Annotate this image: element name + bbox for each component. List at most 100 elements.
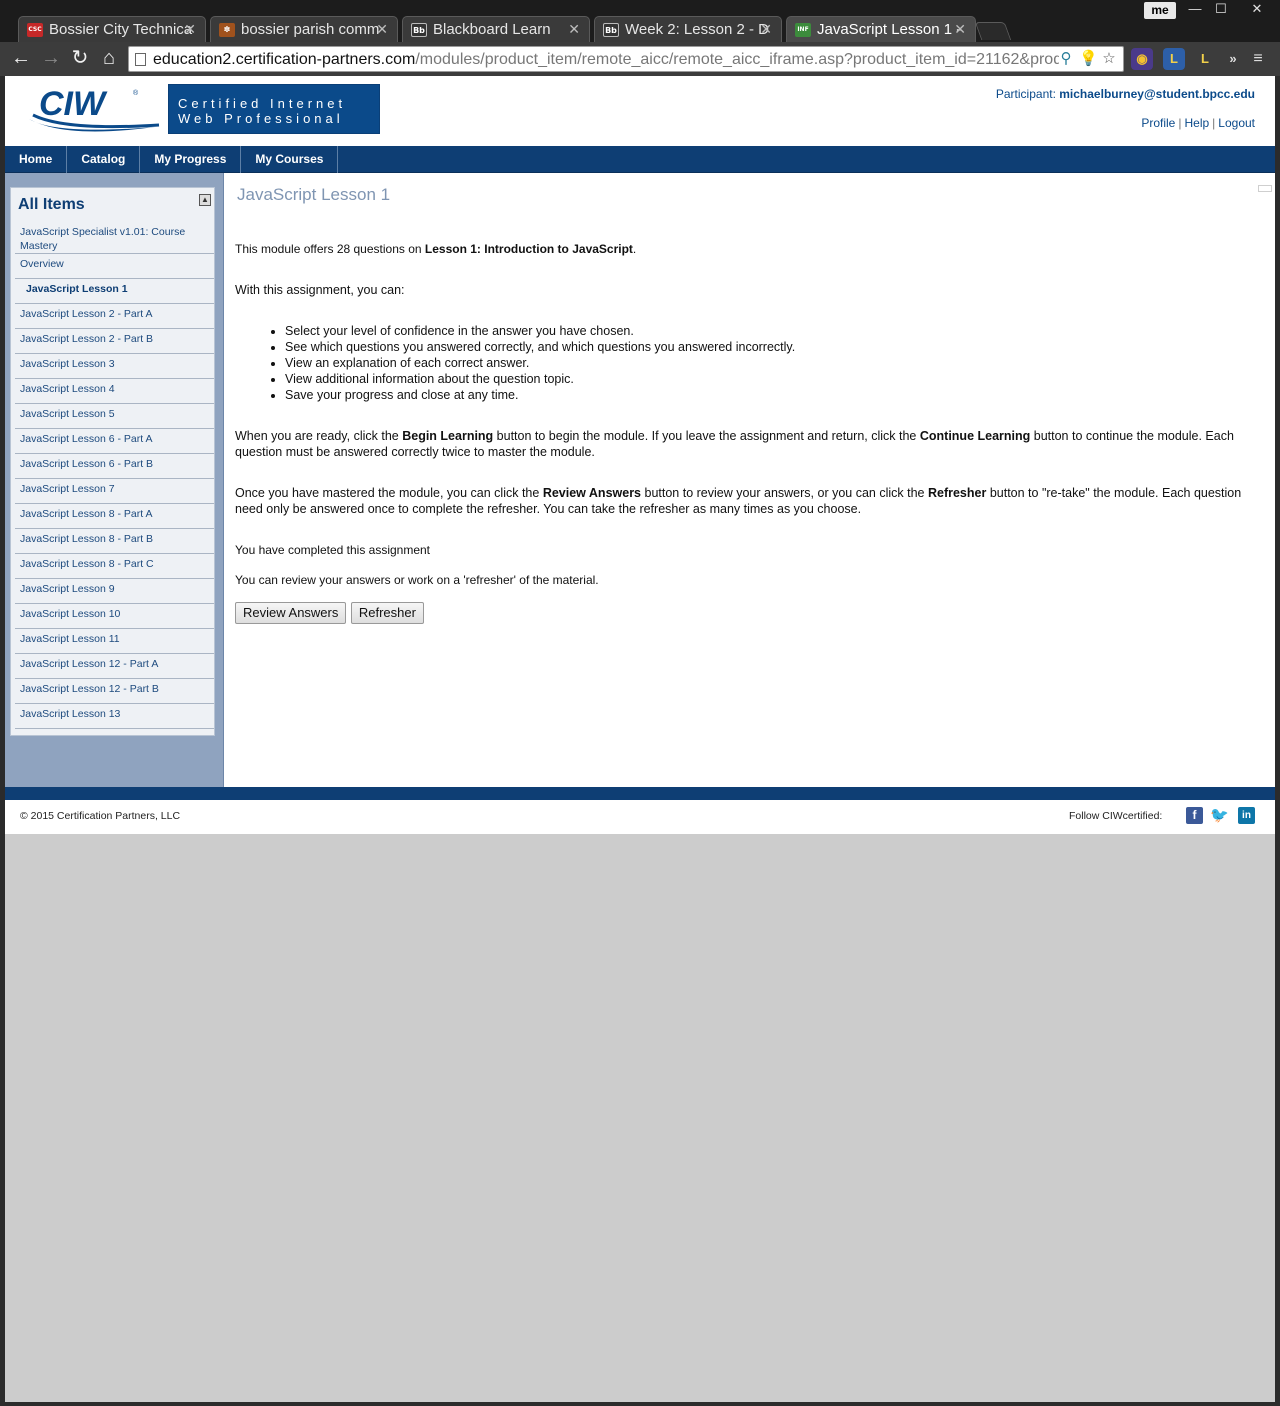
sidebar-item-lesson-10[interactable]: JavaScript Lesson 10 — [15, 604, 214, 629]
linkedin-icon[interactable]: in — [1238, 807, 1255, 824]
url-text[interactable]: education2.certification-partners.com/mo… — [153, 50, 1059, 69]
list-item: See which questions you answered correct… — [285, 339, 1265, 355]
review-text: You can review your answers or work on a… — [235, 573, 599, 587]
minimize-icon[interactable]: — — [1182, 0, 1208, 18]
sidebar-item-lesson-2a[interactable]: JavaScript Lesson 2 - Part A — [15, 304, 214, 329]
sidebar-item-lesson-9[interactable]: JavaScript Lesson 9 — [15, 579, 214, 604]
footer-strip — [5, 787, 1275, 800]
sidebar-item-lesson-6a[interactable]: JavaScript Lesson 6 - Part A — [15, 429, 214, 454]
profile-link[interactable]: Profile — [1141, 116, 1175, 130]
sidebar-item-lesson-6b[interactable]: JavaScript Lesson 6 - Part B — [15, 454, 214, 479]
logout-link[interactable]: Logout — [1218, 116, 1255, 130]
tab-strip: CSC Bossier City Technica ✕ ✽ bossier pa… — [0, 0, 1280, 43]
profile-button[interactable]: me — [1144, 2, 1176, 19]
maximize-icon[interactable]: ☐ — [1208, 0, 1234, 18]
list-item: View additional information about the qu… — [285, 371, 1265, 387]
help-link[interactable]: Help — [1184, 116, 1209, 130]
svg-text:®: ® — [133, 89, 139, 97]
window-close-icon[interactable]: ✕ — [1234, 0, 1280, 18]
nav-home[interactable]: Home — [5, 146, 68, 173]
blackboard-favicon-icon: Bb — [411, 23, 427, 37]
refresher-button[interactable]: Refresher — [350, 602, 424, 624]
bookmark-star-icon[interactable]: ☆ — [1100, 50, 1118, 68]
sidebar-item-lesson-8a[interactable]: JavaScript Lesson 8 - Part A — [15, 504, 214, 529]
sidebar-item-lesson-1[interactable]: JavaScript Lesson 1 — [15, 279, 214, 304]
tab-title: Bossier City Technica — [49, 21, 193, 38]
tab-bossier-city[interactable]: CSC Bossier City Technica ✕ — [18, 16, 206, 43]
nav-my-progress[interactable]: My Progress — [140, 146, 242, 173]
extension-icon[interactable]: ⚲ — [1057, 50, 1075, 68]
twitter-icon[interactable]: 🐦 — [1210, 807, 1229, 824]
sidebar-item-lesson-2b[interactable]: JavaScript Lesson 2 - Part B — [15, 329, 214, 354]
header-links: Profile | Help | Logout — [1141, 116, 1255, 130]
sidebar-item-overview[interactable]: Overview — [15, 254, 214, 279]
feature-list: Select your level of confidence in the a… — [285, 323, 1265, 403]
list-item: View an explanation of each correct answ… — [285, 355, 1265, 371]
site-header: CIW ® Certified Internet Web Professiona… — [5, 76, 1275, 146]
sidebar-item-lesson-7[interactable]: JavaScript Lesson 7 — [15, 479, 214, 504]
tab-title: Blackboard Learn — [433, 21, 551, 38]
page-icon — [135, 53, 146, 66]
forward-icon[interactable]: → — [40, 47, 62, 69]
facebook-icon[interactable]: f — [1186, 807, 1203, 824]
back-icon[interactable]: ← — [10, 47, 32, 69]
main-content: JavaScript Lesson 1 This module offers 2… — [235, 173, 1272, 787]
nav-catalog[interactable]: Catalog — [67, 146, 141, 173]
site-footer: © 2015 Certification Partners, LLC Follo… — [5, 800, 1275, 834]
tab-title: bossier parish comm — [241, 21, 380, 38]
close-icon[interactable]: ✕ — [954, 17, 966, 42]
new-tab-button[interactable] — [974, 22, 1012, 40]
collapse-up-icon[interactable]: ▲ — [199, 194, 211, 206]
separator: | — [1178, 116, 1182, 130]
browser-toolbar: ← → ↻ ⌂ education2.certification-partner… — [0, 42, 1280, 76]
intro-paragraph: This module offers 28 questions on Lesso… — [235, 242, 637, 256]
sidebar-item-lesson-8c[interactable]: JavaScript Lesson 8 - Part C — [15, 554, 214, 579]
inf-favicon-icon: INF — [795, 23, 811, 37]
sidebar-item-lesson-12b[interactable]: JavaScript Lesson 12 - Part B — [15, 679, 214, 704]
reload-icon[interactable]: ↻ — [69, 47, 91, 69]
ciw-banner: Certified Internet Web Professional — [168, 84, 380, 134]
follow-label: Follow CIWcertified: — [1069, 810, 1163, 822]
sidebar-item-lesson-13[interactable]: JavaScript Lesson 13 — [15, 704, 214, 729]
participant-email: michaelburney@student.bpcc.edu — [1059, 87, 1255, 101]
tab-javascript-lesson[interactable]: INF JavaScript Lesson 1 - ✕ — [786, 16, 976, 43]
blackboard-favicon-icon: Bb — [603, 23, 619, 37]
sidebar-item-lesson-12a[interactable]: JavaScript Lesson 12 - Part A — [15, 654, 214, 679]
banner-line: Certified Internet — [178, 96, 347, 111]
main-nav: Home Catalog My Progress My Courses — [5, 146, 1275, 173]
menu-icon[interactable]: ≡ — [1247, 48, 1269, 70]
content-area: All Items ▲ JavaScript Specialist v1.01:… — [5, 173, 1275, 787]
tab-bossier-parish[interactable]: ✽ bossier parish comm ✕ — [210, 16, 398, 43]
overflow-chevron-icon[interactable]: » — [1222, 48, 1244, 70]
close-icon[interactable]: ✕ — [376, 17, 388, 42]
sidebar-item-course-mastery[interactable]: JavaScript Specialist v1.01: Course Mast… — [15, 223, 214, 254]
lightbulb-icon[interactable]: 💡 — [1079, 50, 1098, 68]
sidebar-item-lesson-11[interactable]: JavaScript Lesson 11 — [15, 629, 214, 654]
maximize-widget-icon[interactable] — [1258, 185, 1272, 192]
ciw-logo[interactable]: CIW ® — [25, 85, 161, 133]
tab-blackboard[interactable]: Bb Blackboard Learn ✕ — [402, 16, 590, 43]
separator: | — [1212, 116, 1216, 130]
sidebar-item-lesson-5[interactable]: JavaScript Lesson 5 — [15, 404, 214, 429]
l-extension-icon[interactable]: L — [1194, 48, 1216, 70]
tab-week2[interactable]: Bb Week 2: Lesson 2 - D ✕ — [594, 16, 782, 43]
chrome-extension-icon[interactable]: ◉ — [1131, 48, 1153, 70]
sidebar-item-lesson-8b[interactable]: JavaScript Lesson 8 - Part B — [15, 529, 214, 554]
nav-my-courses[interactable]: My Courses — [241, 146, 339, 173]
completed-status: You have completed this assignment — [235, 543, 431, 557]
list-item: Save your progress and close at any time… — [285, 387, 1265, 403]
participant-info: Participant: michaelburney@student.bpcc.… — [996, 87, 1255, 101]
address-bar[interactable]: education2.certification-partners.com/mo… — [128, 46, 1124, 72]
svg-text:CIW: CIW — [39, 85, 108, 123]
lastpass-l-icon[interactable]: L — [1163, 48, 1185, 70]
sidebar-item-lesson-3[interactable]: JavaScript Lesson 3 — [15, 354, 214, 379]
lesson-description: This module offers 28 questions on Lesso… — [235, 241, 1265, 624]
list-item: Select your level of confidence in the a… — [285, 323, 1265, 339]
browser-chrome: CSC Bossier City Technica ✕ ✽ bossier pa… — [0, 0, 1280, 76]
close-icon[interactable]: ✕ — [184, 17, 196, 42]
close-icon[interactable]: ✕ — [760, 17, 772, 42]
close-icon[interactable]: ✕ — [568, 17, 580, 42]
sidebar-item-lesson-4[interactable]: JavaScript Lesson 4 — [15, 379, 214, 404]
review-answers-button[interactable]: Review Answers — [235, 602, 347, 624]
home-icon[interactable]: ⌂ — [98, 47, 120, 69]
